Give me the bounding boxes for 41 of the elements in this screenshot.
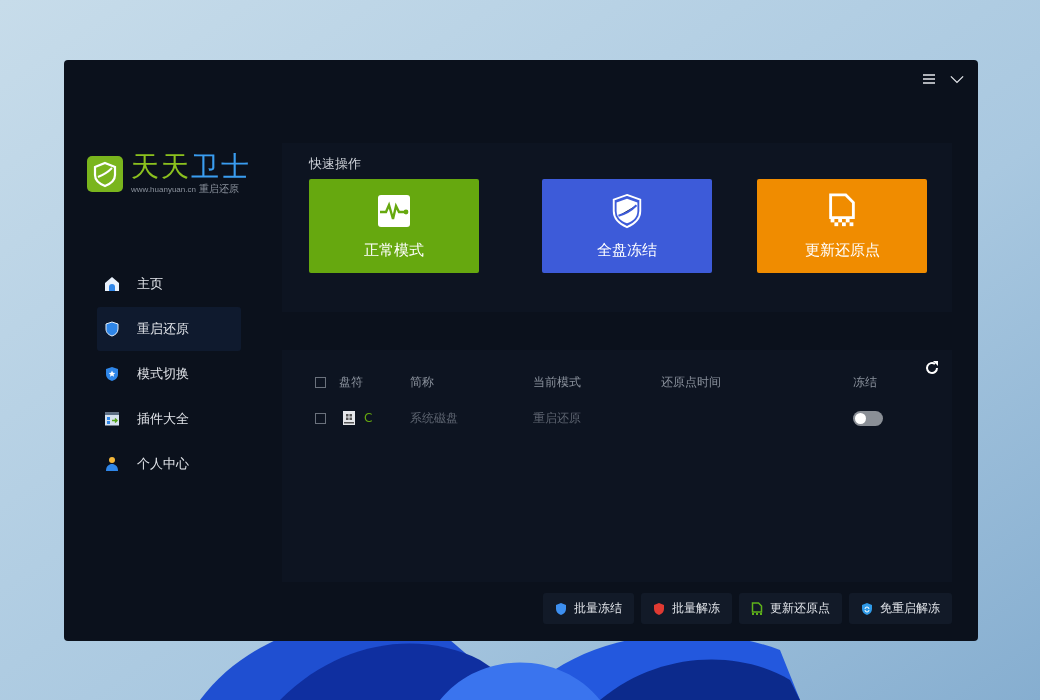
logo-title: 天天卫士 <box>131 152 251 182</box>
chevron-down-icon[interactable] <box>950 73 964 85</box>
file-icon <box>751 601 763 616</box>
action-button[interactable]: 免重启解冻 <box>849 593 952 624</box>
table-cell-text: 系统磁盘 <box>410 409 459 427</box>
sidebar-item[interactable]: 模式切换 <box>97 352 241 396</box>
sidebar-item[interactable]: 主页 <box>97 262 241 306</box>
action-button[interactable]: 更新还原点 <box>739 593 842 624</box>
shield-icon <box>555 601 567 616</box>
logo-tag: 重启还原 <box>198 182 239 196</box>
sidebar-item[interactable]: 重启还原 <box>97 307 241 351</box>
shield-icon <box>653 601 665 616</box>
action-button[interactable]: 批量冻结 <box>543 593 634 624</box>
drive-letter: C <box>364 411 373 425</box>
star-shield-icon <box>104 366 120 382</box>
sidebar-item[interactable]: 插件大全 <box>97 397 241 441</box>
table-cell-text: 重启还原 <box>533 409 582 427</box>
person-icon <box>104 456 120 472</box>
shield-icon <box>104 321 120 337</box>
action-card[interactable]: 全盘冻结 <box>542 179 712 273</box>
column-header: 还原点时间 <box>661 373 722 391</box>
freeze-toggle[interactable] <box>853 410 883 426</box>
column-header: 简称 <box>410 373 435 391</box>
refresh-icon[interactable] <box>924 360 940 376</box>
plugin-window-icon <box>104 411 120 427</box>
menu-icon[interactable] <box>922 73 936 85</box>
drive-icon <box>343 411 355 425</box>
column-header: 盘符 <box>339 373 364 391</box>
column-header: 冻结 <box>853 373 878 391</box>
row-checkbox[interactable] <box>315 412 326 424</box>
cycle-shield-icon <box>861 601 873 616</box>
section-title: 快速操作 <box>309 155 362 173</box>
column-header: 当前模式 <box>533 373 582 391</box>
pulse-icon <box>377 192 411 229</box>
header-checkbox[interactable] <box>315 376 326 388</box>
action-button[interactable]: 批量解冻 <box>641 593 732 624</box>
logo-url: www.huanyuan.cn <box>131 185 196 194</box>
logo-icon <box>87 156 123 192</box>
house-icon <box>104 276 120 292</box>
shield-icon <box>610 192 644 229</box>
sidebar-item[interactable]: 个人中心 <box>97 442 241 486</box>
